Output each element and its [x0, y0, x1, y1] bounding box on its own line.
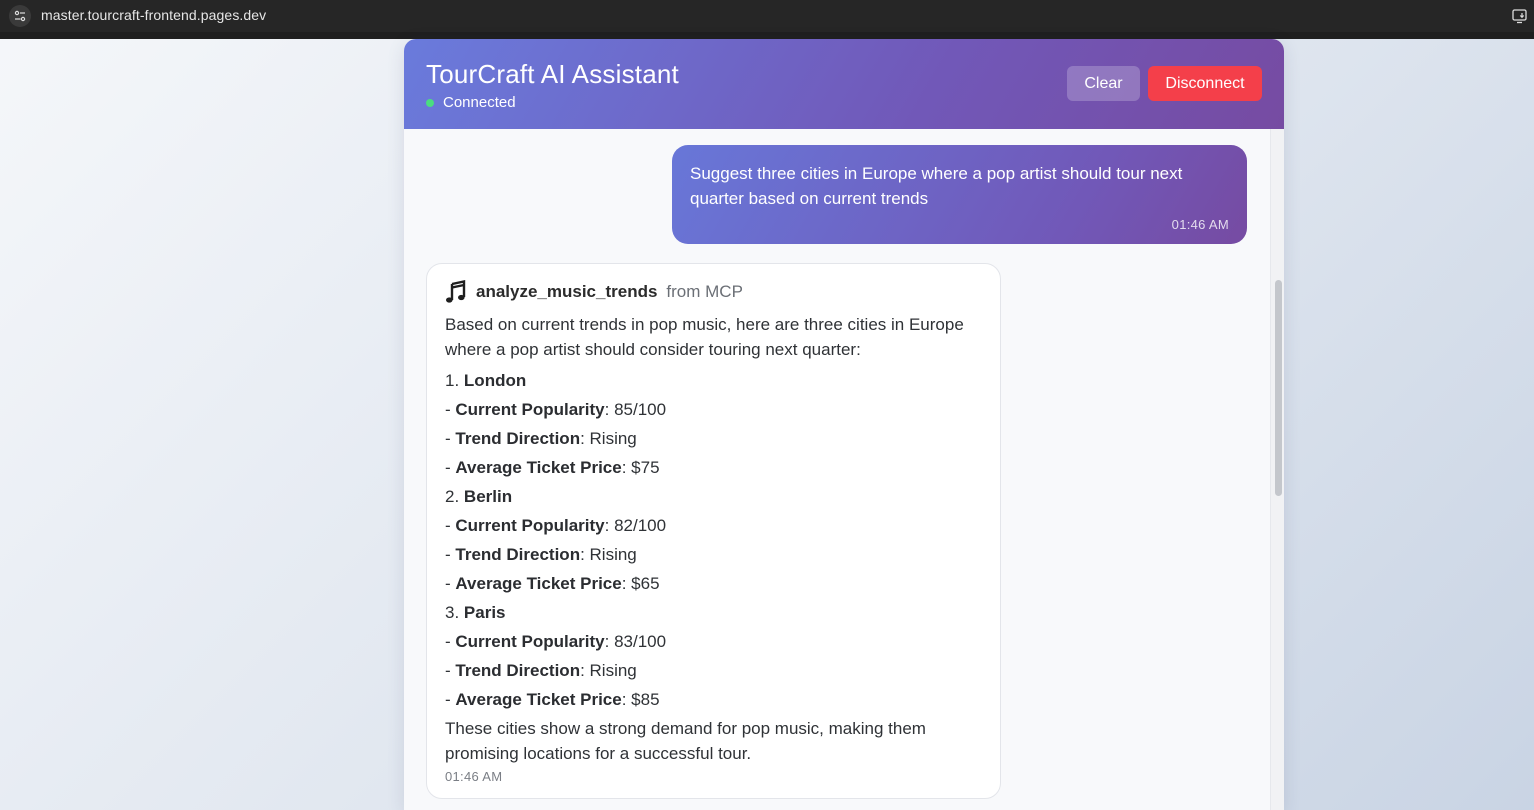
metric-value: : 83/100	[604, 632, 667, 651]
music-note-icon	[446, 280, 466, 303]
tool-source: from MCP	[666, 282, 743, 301]
assistant-intro: Based on current trends in pop music, he…	[445, 315, 964, 359]
metric-value: : $65	[621, 574, 660, 593]
metric-value: : 85/100	[604, 400, 667, 419]
city-list: 1. London - Current Popularity: 85/100 - T…	[445, 366, 990, 714]
metric-label: Average Ticket Price	[455, 690, 622, 709]
assistant-message: analyze_music_trends from MCP Based on c…	[426, 263, 1001, 799]
metric-value: : Rising	[580, 429, 637, 448]
user-message: Suggest three cities in Europe where a p…	[672, 145, 1247, 244]
city-metric-trend: - Trend Direction: Rising	[445, 429, 637, 448]
metric-value: : $75	[621, 458, 660, 477]
city-metric-popularity: - Current Popularity: 83/100	[445, 632, 667, 651]
scrollbar-thumb[interactable]	[1275, 280, 1282, 496]
install-app-icon[interactable]	[1512, 8, 1528, 24]
city-heading: 2. Berlin	[445, 482, 990, 511]
metric-value: : 82/100	[604, 516, 667, 535]
browser-address-bar: master.tourcraft-frontend.pages.dev	[0, 0, 1534, 32]
chat-window: TourCraft AI Assistant Connected Clear D…	[404, 39, 1284, 810]
metric-value: : Rising	[580, 545, 637, 564]
user-message-time: 01:46 AM	[1171, 217, 1229, 232]
assistant-outro: These cities show a strong demand for po…	[445, 719, 926, 763]
city-name: Berlin	[463, 487, 513, 506]
assistant-message-time: 01:46 AM	[445, 769, 503, 784]
metric-label: Current Popularity	[455, 632, 605, 651]
status-text: Connected	[443, 94, 516, 111]
metric-value: : $85	[621, 690, 660, 709]
assistant-message-body: Based on current trends in pop music, he…	[445, 312, 990, 766]
user-message-text: Suggest three cities in Europe where a p…	[690, 164, 1183, 208]
city-heading: 3. Paris	[445, 598, 990, 627]
metric-label: Current Popularity	[455, 400, 605, 419]
tool-call-header: analyze_music_trends from MCP	[445, 278, 743, 306]
tune-icon[interactable]	[9, 5, 31, 27]
city-name: Paris	[463, 603, 506, 622]
metric-label: Average Ticket Price	[455, 458, 622, 477]
metric-label: Trend Direction	[455, 661, 581, 680]
city-number: 3.	[445, 603, 460, 622]
city-metric-trend: - Trend Direction: Rising	[445, 661, 637, 680]
url-text[interactable]: master.tourcraft-frontend.pages.dev	[41, 7, 266, 23]
city-metric-price: - Average Ticket Price: $75	[445, 458, 660, 477]
city-number: 2.	[445, 487, 460, 506]
connection-status: Connected	[426, 94, 516, 111]
metric-label: Trend Direction	[455, 429, 581, 448]
tool-name: analyze_music_trends	[476, 282, 658, 301]
city-name: London	[463, 371, 527, 390]
city-metric-popularity: - Current Popularity: 85/100	[445, 400, 667, 419]
browser-divider	[0, 32, 1534, 39]
metric-label: Average Ticket Price	[455, 574, 622, 593]
city-metric-trend: - Trend Direction: Rising	[445, 545, 637, 564]
metric-label: Trend Direction	[455, 545, 581, 564]
page-title: TourCraft AI Assistant	[426, 59, 679, 89]
city-metric-price: - Average Ticket Price: $85	[445, 690, 660, 709]
metric-label: Current Popularity	[455, 516, 605, 535]
scrollbar-track[interactable]	[1270, 129, 1284, 810]
metric-value: : Rising	[580, 661, 637, 680]
city-number: 1.	[445, 371, 460, 390]
status-dot-icon	[426, 98, 434, 107]
disconnect-button[interactable]: Disconnect	[1148, 66, 1262, 101]
clear-button[interactable]: Clear	[1067, 66, 1140, 101]
city-heading: 1. London	[445, 366, 990, 395]
city-metric-popularity: - Current Popularity: 82/100	[445, 516, 667, 535]
city-metric-price: - Average Ticket Price: $65	[445, 574, 660, 593]
message-list: Suggest three cities in Europe where a p…	[404, 129, 1270, 810]
chat-header: TourCraft AI Assistant Connected Clear D…	[404, 39, 1284, 129]
